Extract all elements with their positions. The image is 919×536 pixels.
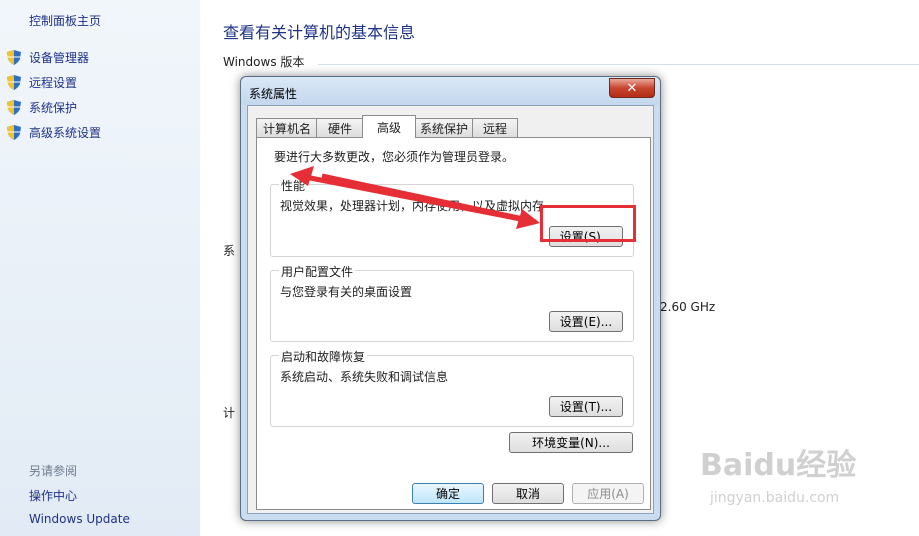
baidu-logo: Baidu经验 <box>700 448 857 483</box>
tab-advanced[interactable]: 高级 <box>362 115 416 138</box>
watermark-url: jingyan.baidu.com <box>710 490 840 506</box>
baidu-watermark: Baidu经验 jingyan.baidu.com <box>700 440 910 520</box>
